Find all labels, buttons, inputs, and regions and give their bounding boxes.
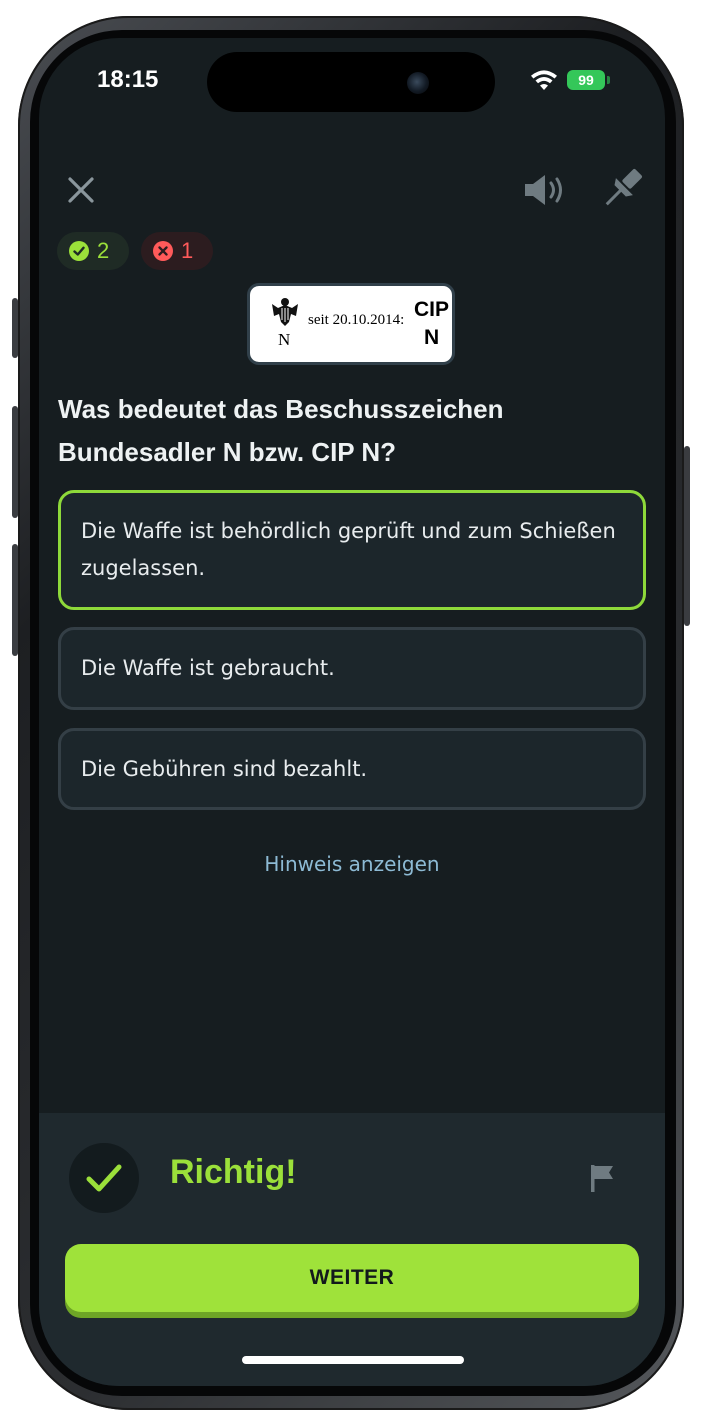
speaker-icon[interactable] [521, 170, 567, 210]
proof-mark-image: N seit 20.10.2014: CIP N [247, 283, 455, 365]
answer-label: Die Waffe ist gebraucht. [81, 656, 335, 680]
show-hint-link[interactable]: Hinweis anzeigen [39, 852, 665, 876]
wifi-icon [531, 70, 557, 90]
x-circle-icon [153, 241, 173, 261]
proof-mark-n-right: N [424, 326, 440, 349]
battery-tip [607, 76, 610, 84]
power-button [684, 446, 690, 626]
battery-indicator: 99 [567, 70, 605, 90]
question-text: Was bedeutet das Beschusszeichen Bundesa… [58, 394, 504, 467]
pin-icon[interactable] [597, 162, 649, 214]
wrong-count-badge: 1 [141, 232, 213, 270]
app-screen: 18:15 99 2 1 N seit 20.10.2014: CIP N Wa… [39, 38, 665, 1386]
result-panel: Richtig! WEITER [39, 1113, 665, 1386]
home-indicator [242, 1356, 464, 1364]
proof-mark-cip: CIP [414, 298, 450, 321]
mute-switch [12, 298, 18, 358]
status-time: 18:15 [97, 66, 159, 93]
dynamic-island [207, 52, 495, 112]
proof-mark-date: seit 20.10.2014: [308, 312, 405, 328]
answer-label: Die Waffe ist behördlich geprüft und zum… [81, 519, 616, 580]
wrong-count: 1 [181, 238, 194, 263]
result-check-badge [69, 1143, 139, 1213]
answer-option-1[interactable]: Die Waffe ist behördlich geprüft und zum… [58, 490, 646, 610]
camera-icon [407, 72, 429, 94]
check-circle-icon [69, 241, 89, 261]
volume-up-button [12, 406, 18, 518]
result-label: Richtig! [170, 1153, 297, 1191]
proof-mark-n-left: N [278, 330, 291, 349]
answer-option-2[interactable]: Die Waffe ist gebraucht. [58, 627, 646, 710]
eagle-icon [272, 298, 298, 326]
flag-icon[interactable] [585, 1161, 619, 1195]
close-icon[interactable] [61, 170, 101, 210]
continue-button[interactable]: WEITER [65, 1244, 639, 1312]
answer-option-3[interactable]: Die Gebühren sind bezahlt. [58, 728, 646, 810]
checkmark-icon [86, 1164, 122, 1192]
correct-count-badge: 2 [57, 232, 129, 270]
answer-label: Die Gebühren sind bezahlt. [81, 756, 368, 781]
correct-count: 2 [97, 238, 110, 263]
volume-down-button [12, 544, 18, 656]
